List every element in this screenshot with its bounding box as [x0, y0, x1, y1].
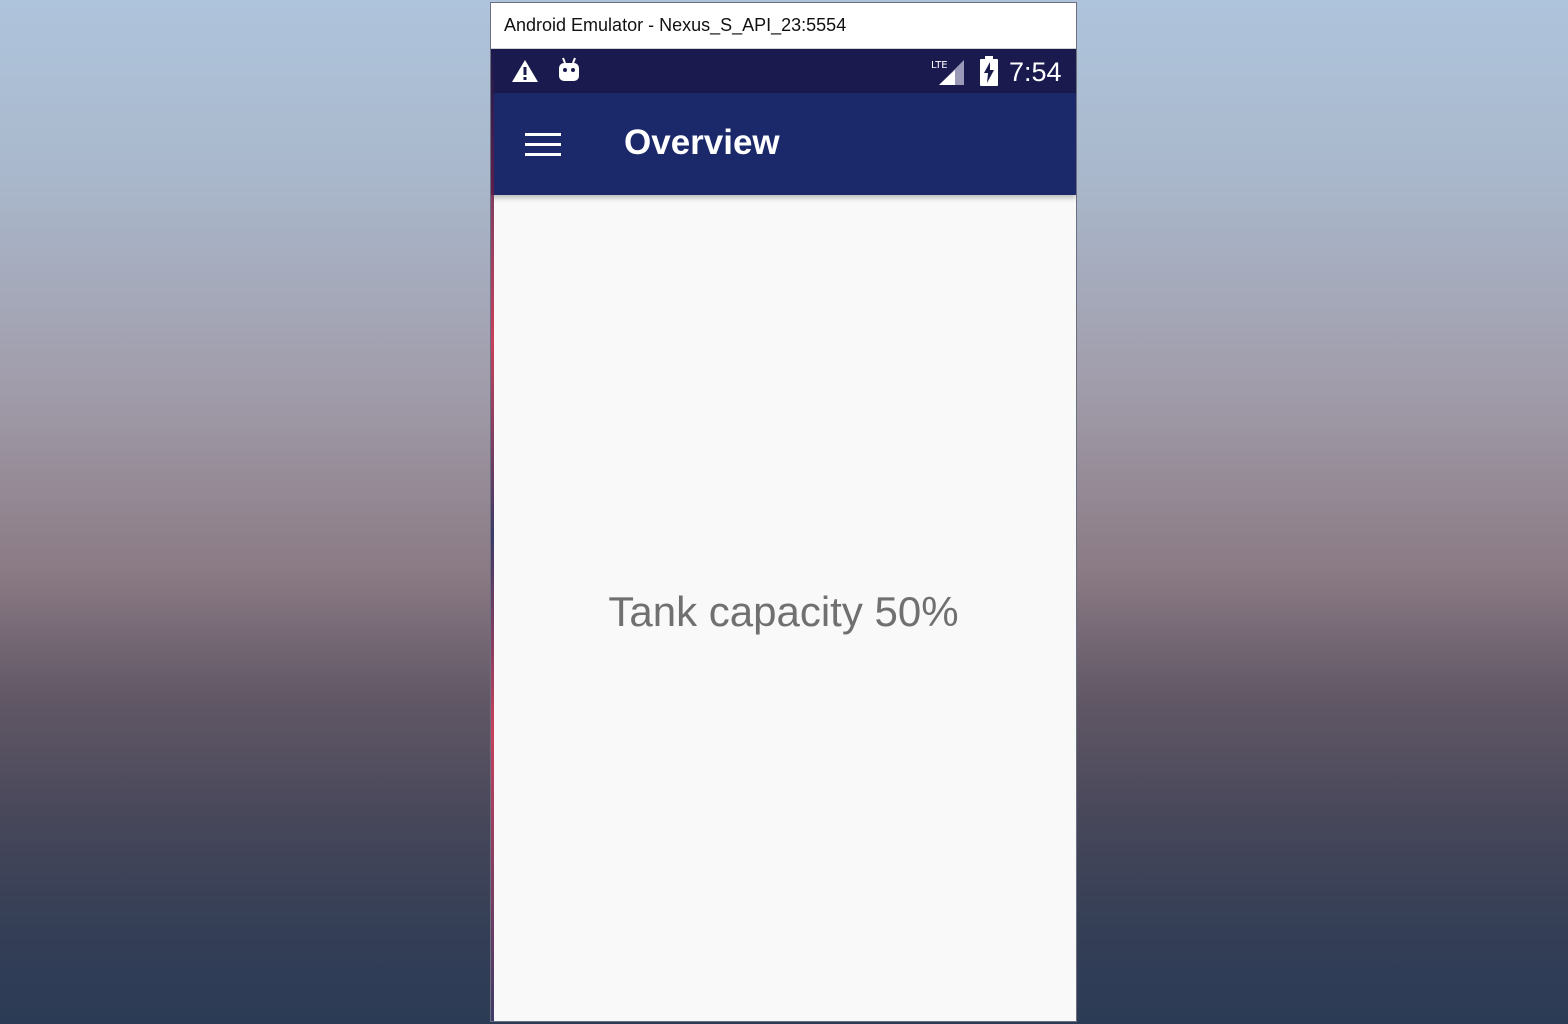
battery-charging-icon [980, 56, 998, 86]
menu-line [525, 132, 561, 136]
page-title: Overview [624, 123, 780, 162]
warning-icon [512, 60, 538, 82]
window-title: Android Emulator - Nexus_S_API_23:5554 [504, 15, 847, 35]
signal-icon: LTE [931, 60, 964, 85]
emulator-window: Android Emulator - Nexus_S_API_23:5554 L… [490, 2, 1077, 1022]
menu-line [525, 152, 561, 156]
hamburger-menu-icon[interactable] [515, 121, 571, 167]
tank-capacity-label: Tank capacity 50% [608, 588, 959, 635]
status-bar: LTE 7:54 [491, 49, 1076, 93]
window-edge [491, 49, 494, 1021]
window-title-bar[interactable]: Android Emulator - Nexus_S_API_23:5554 [491, 3, 1076, 49]
android-icon [559, 57, 579, 81]
app-toolbar: Overview [491, 93, 1076, 195]
network-type-label: LTE [931, 60, 948, 71]
menu-line [525, 142, 561, 146]
overview-content: Tank capacity 50% [491, 195, 1076, 1021]
status-clock: 7:54 [1009, 57, 1062, 87]
